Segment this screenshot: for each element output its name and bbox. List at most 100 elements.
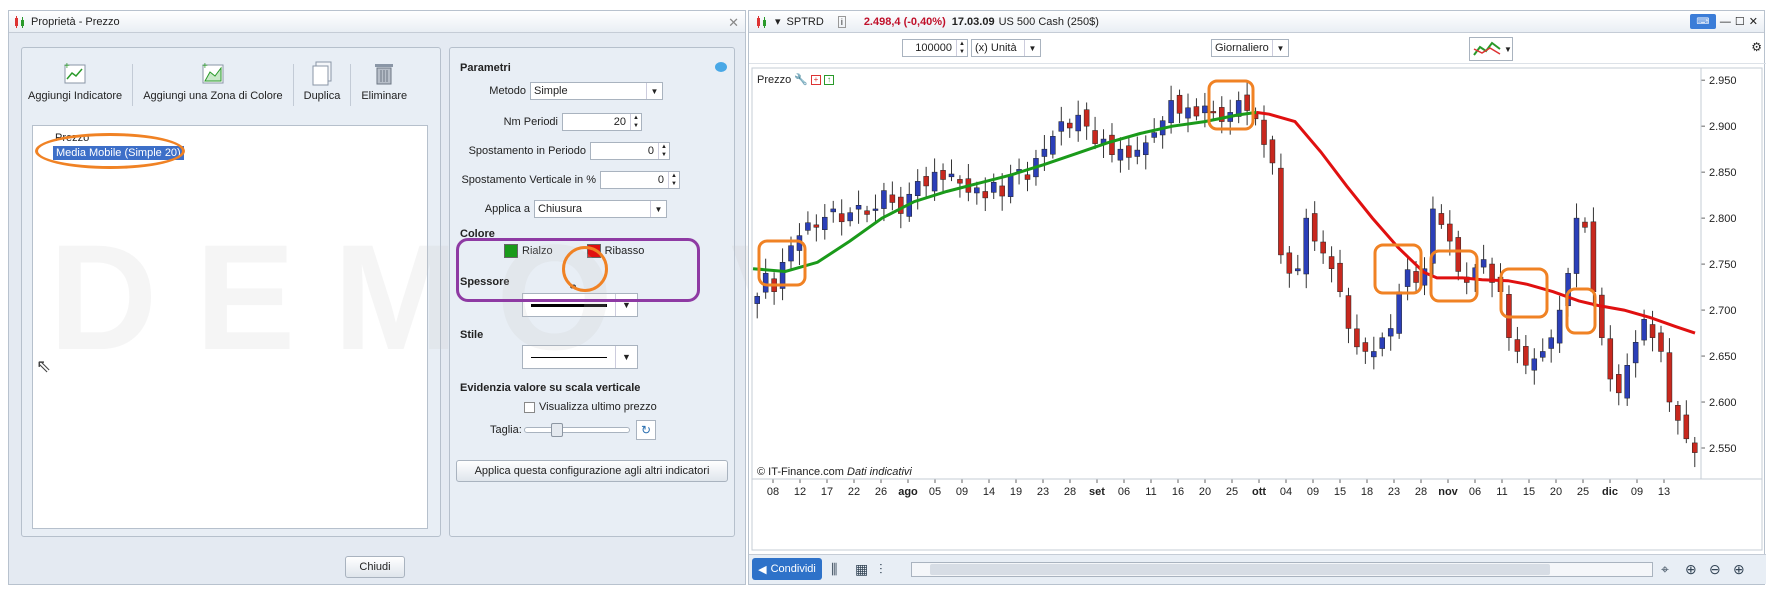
candle-body — [1007, 175, 1014, 197]
show-last-price-checkbox[interactable] — [524, 401, 535, 413]
zoom-out-icon[interactable]: ⊖ — [1709, 561, 1721, 578]
chart-type-select[interactable]: ▼ — [1469, 37, 1513, 61]
y-axis-group: 2.950 2.900 2.850 2.800 2.750 2.700 2.650 2.600… — [1701, 75, 1737, 455]
periods-label: Nm Periodi — [503, 116, 558, 128]
candle-body — [1590, 221, 1597, 292]
candle-body — [805, 222, 811, 231]
candle-body — [1455, 237, 1462, 272]
dialog-titlebar[interactable]: Proprietà - Prezzo ✕ — [9, 11, 745, 33]
close-button[interactable]: Chiudi — [345, 556, 405, 578]
candle-body — [1117, 148, 1124, 161]
candle-body — [914, 181, 921, 197]
period-shift-label: Spostamento in Periodo — [468, 145, 586, 157]
scrollbar-thumb[interactable] — [930, 564, 1550, 575]
x-tick-label: 11 — [1145, 486, 1156, 498]
minimize-icon[interactable]: — — [1720, 16, 1731, 28]
style-select[interactable]: ▼ — [522, 345, 638, 369]
duplicate-icon — [312, 61, 332, 86]
candle-body — [1379, 337, 1386, 349]
candle-body — [1396, 291, 1402, 334]
stepper-arrows-icon[interactable]: ▲ ▼ — [658, 143, 669, 159]
candle-body — [1320, 241, 1326, 254]
x-tick-label: 13 — [1658, 486, 1670, 498]
delete-button[interactable]: Eliminare — [355, 60, 413, 102]
info-icon[interactable]: i — [837, 15, 846, 28]
svg-text:+: + — [64, 61, 70, 72]
help-icon[interactable] — [715, 62, 727, 72]
chart-scrollbar[interactable] — [911, 562, 1653, 577]
crosshair-icon[interactable]: ⌖ — [1661, 561, 1669, 578]
annotation-ellipse — [35, 133, 185, 169]
method-value: Simple — [534, 85, 568, 97]
price-chart-svg[interactable]: 2.950 2.900 2.850 2.800 2.750 2.700 2.650 2.600… — [751, 67, 1763, 551]
period-shift-stepper[interactable]: 0 ▲ ▼ — [590, 142, 670, 160]
quantity-stepper[interactable]: 100000 ▲ ▼ — [902, 39, 968, 57]
candle-body — [1692, 442, 1698, 453]
share-button[interactable]: ◀ Condividi — [752, 558, 822, 580]
x-tick-label: 23 — [1037, 486, 1049, 498]
apply-all-label: Applica questa configurazione agli altri… — [474, 465, 710, 477]
price-chart[interactable]: 2.950 2.900 2.850 2.800 2.750 2.700 2.650 2.600… — [751, 67, 1763, 551]
stepper-arrows-icon[interactable]: ▲ ▼ — [956, 40, 967, 56]
thick-line-preview — [531, 303, 607, 307]
candle-body — [1683, 414, 1690, 440]
x-tick-label: 18 — [1361, 486, 1373, 498]
size-slider[interactable] — [524, 423, 630, 437]
annotation-box — [1429, 249, 1479, 303]
candle-body — [847, 212, 853, 222]
toolbar-divider — [350, 64, 352, 106]
duplicate-label: Duplica — [303, 90, 341, 102]
candle-body — [1354, 328, 1360, 348]
apply-all-button[interactable]: Applica questa configurazione agli altri… — [456, 460, 728, 482]
wrench-icon[interactable]: 🔧 — [794, 73, 808, 86]
periods-stepper[interactable]: 20 ▲ ▼ — [562, 113, 642, 131]
x-tick-label: 09 — [1307, 486, 1319, 498]
candle-body — [1556, 309, 1563, 344]
settings-icon[interactable]: ⚙ — [1751, 40, 1762, 54]
maximize-icon[interactable]: ☐ — [1735, 15, 1745, 28]
x-tick-label: 20 — [1199, 486, 1211, 498]
y-tick-label: 2.700 — [1709, 305, 1737, 317]
add-color-zone-button[interactable]: + Aggiungi una Zona di Colore — [137, 60, 288, 102]
x-tick-label: 19 — [1010, 486, 1022, 498]
duplicate-button[interactable]: Duplica — [298, 60, 347, 102]
size-slider-thumb[interactable] — [551, 423, 563, 437]
add-indicator-button[interactable]: + Aggiungi Indicatore — [22, 60, 128, 102]
unit-value: (x) Unità — [975, 42, 1017, 54]
close-icon[interactable]: ✕ — [728, 15, 739, 31]
candle-body — [1666, 352, 1673, 403]
chevron-down-icon[interactable]: ▾ — [775, 15, 781, 28]
vertical-shift-row: Spostamento Verticale in % 0 ▲ ▼ — [460, 171, 680, 189]
close-icon[interactable]: ✕ — [1749, 15, 1758, 28]
y-tick-label: 2.750 — [1709, 259, 1737, 271]
chart-titlebar[interactable]: ▾ SPTRD i 2.498,4 (-0,40%) 17.03.09 US 5… — [749, 11, 1764, 33]
candle-body — [1050, 136, 1056, 155]
indicators-tool-icon[interactable]: ⫶ — [879, 561, 883, 578]
unit-select[interactable]: (x) Unità ▼ — [971, 39, 1041, 57]
y-tick-label: 2.800 — [1709, 213, 1737, 225]
candles-tool-icon[interactable]: ⫼ — [831, 561, 837, 578]
add-series-icon[interactable]: ↑ — [823, 74, 834, 85]
toolbar-divider — [132, 64, 134, 106]
candle-body — [1286, 252, 1293, 274]
timeframe-select[interactable]: Giornaliero ▼ — [1211, 39, 1289, 57]
zoom-area-icon[interactable]: ⊕ — [1685, 561, 1697, 578]
stepper-arrows-icon[interactable]: ▲ ▼ — [668, 172, 679, 188]
zoom-in-icon[interactable]: ⊕ — [1733, 561, 1745, 578]
candle-body — [1404, 269, 1411, 287]
candle-body — [1582, 221, 1588, 228]
remove-series-icon[interactable]: + — [810, 74, 821, 85]
calculator-icon[interactable]: ▦ — [855, 561, 868, 578]
candle-body — [1371, 351, 1377, 358]
method-select[interactable]: Simple ▼ — [530, 82, 663, 100]
candle-body — [1295, 268, 1301, 272]
svg-text:+: + — [202, 61, 208, 72]
candle-body — [1641, 319, 1647, 341]
keyboard-icon[interactable]: ⌨ — [1689, 14, 1716, 29]
vertical-shift-stepper[interactable]: 0 ▲ ▼ — [600, 171, 680, 189]
stepper-arrows-icon[interactable]: ▲ ▼ — [630, 114, 641, 130]
apply-to-select[interactable]: Chiusura ▼ — [534, 200, 667, 218]
candle-body — [822, 216, 828, 230]
reset-icon[interactable]: ↻ — [636, 420, 656, 440]
chart-type-icon — [1473, 41, 1501, 56]
